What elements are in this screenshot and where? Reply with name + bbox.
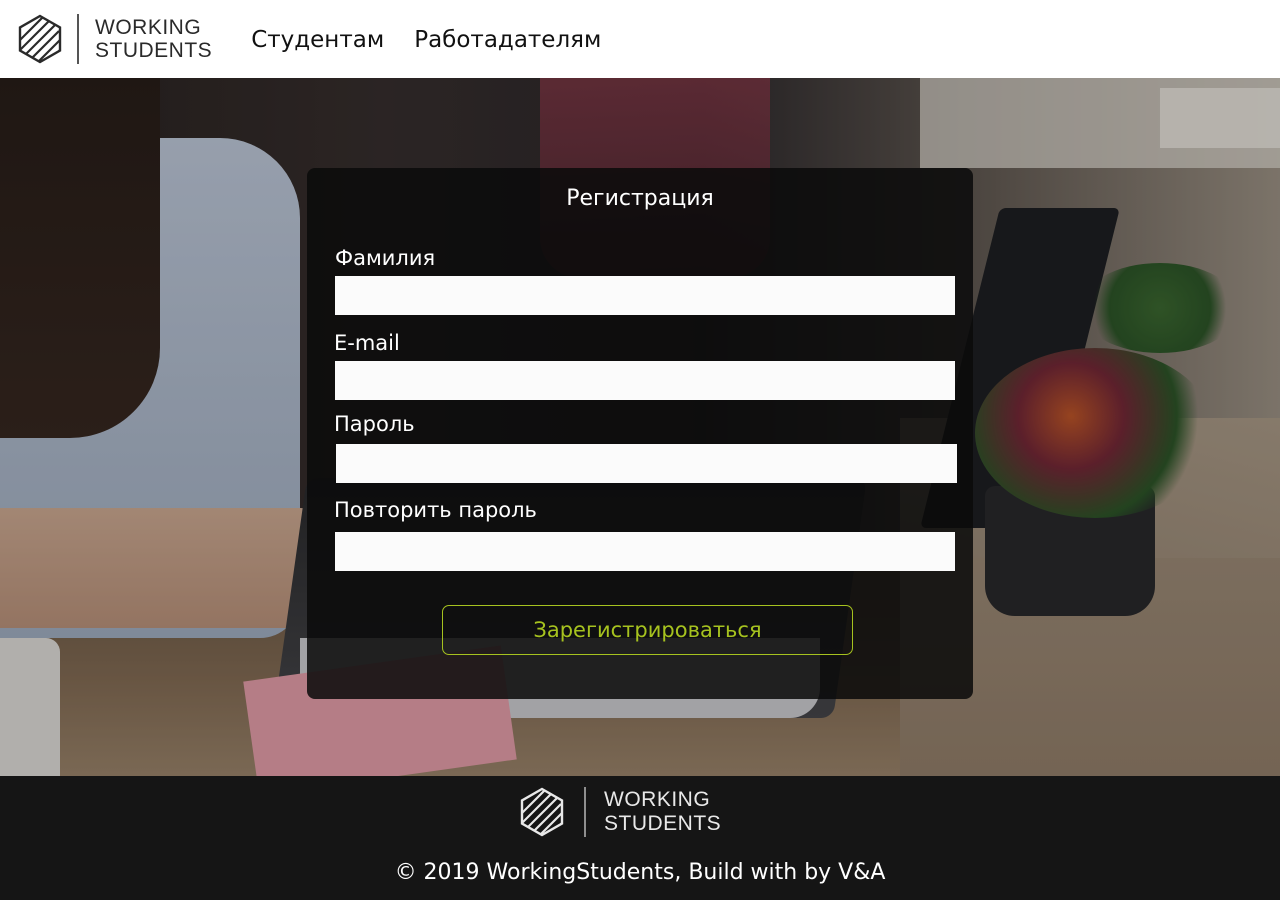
surname-field[interactable] (335, 276, 955, 315)
nav-link-employers[interactable]: Работадателям (414, 27, 601, 53)
repeat-password-field[interactable] (335, 532, 955, 571)
footer-logo-divider (584, 787, 586, 837)
register-button[interactable]: Зарегистрироваться (442, 605, 853, 655)
hexagon-stripes-logo-icon (18, 14, 62, 64)
site-footer: WORKING STUDENTS © 2019 WorkingStudents,… (0, 776, 1280, 900)
logo-line-1: WORKING (95, 16, 202, 39)
email-label: E-mail (334, 331, 400, 355)
logo-divider (77, 14, 79, 64)
surname-label: Фамилия (335, 246, 436, 270)
registration-form: Регистрация Фамилия E-mail Пароль Повтор… (307, 168, 973, 699)
logo-wordmark: WORKING STUDENTS (95, 16, 212, 62)
repeat-password-label: Повторить пароль (334, 498, 537, 522)
nav-link-students[interactable]: Студентам (251, 27, 384, 53)
site-header: WORKING STUDENTS Студентам Работадателям (0, 0, 1280, 78)
password-label: Пароль (334, 412, 415, 436)
footer-logo[interactable]: WORKING STUDENTS (518, 786, 721, 838)
copyright-text: © 2019 WorkingStudents, Build with by V&… (394, 860, 886, 885)
hexagon-stripes-logo-icon (520, 787, 564, 837)
footer-logo-line-2: STUDENTS (604, 812, 722, 835)
logo-line-2: STUDENTS (95, 39, 213, 62)
password-field[interactable] (336, 444, 957, 483)
main-nav: Студентам Работадателям (251, 27, 631, 53)
form-title: Регистрация (566, 186, 714, 211)
footer-logo-line-1: WORKING (604, 788, 711, 811)
header-logo[interactable]: WORKING STUDENTS (17, 13, 212, 65)
email-field[interactable] (335, 361, 955, 400)
footer-logo-wordmark: WORKING STUDENTS (604, 788, 721, 836)
